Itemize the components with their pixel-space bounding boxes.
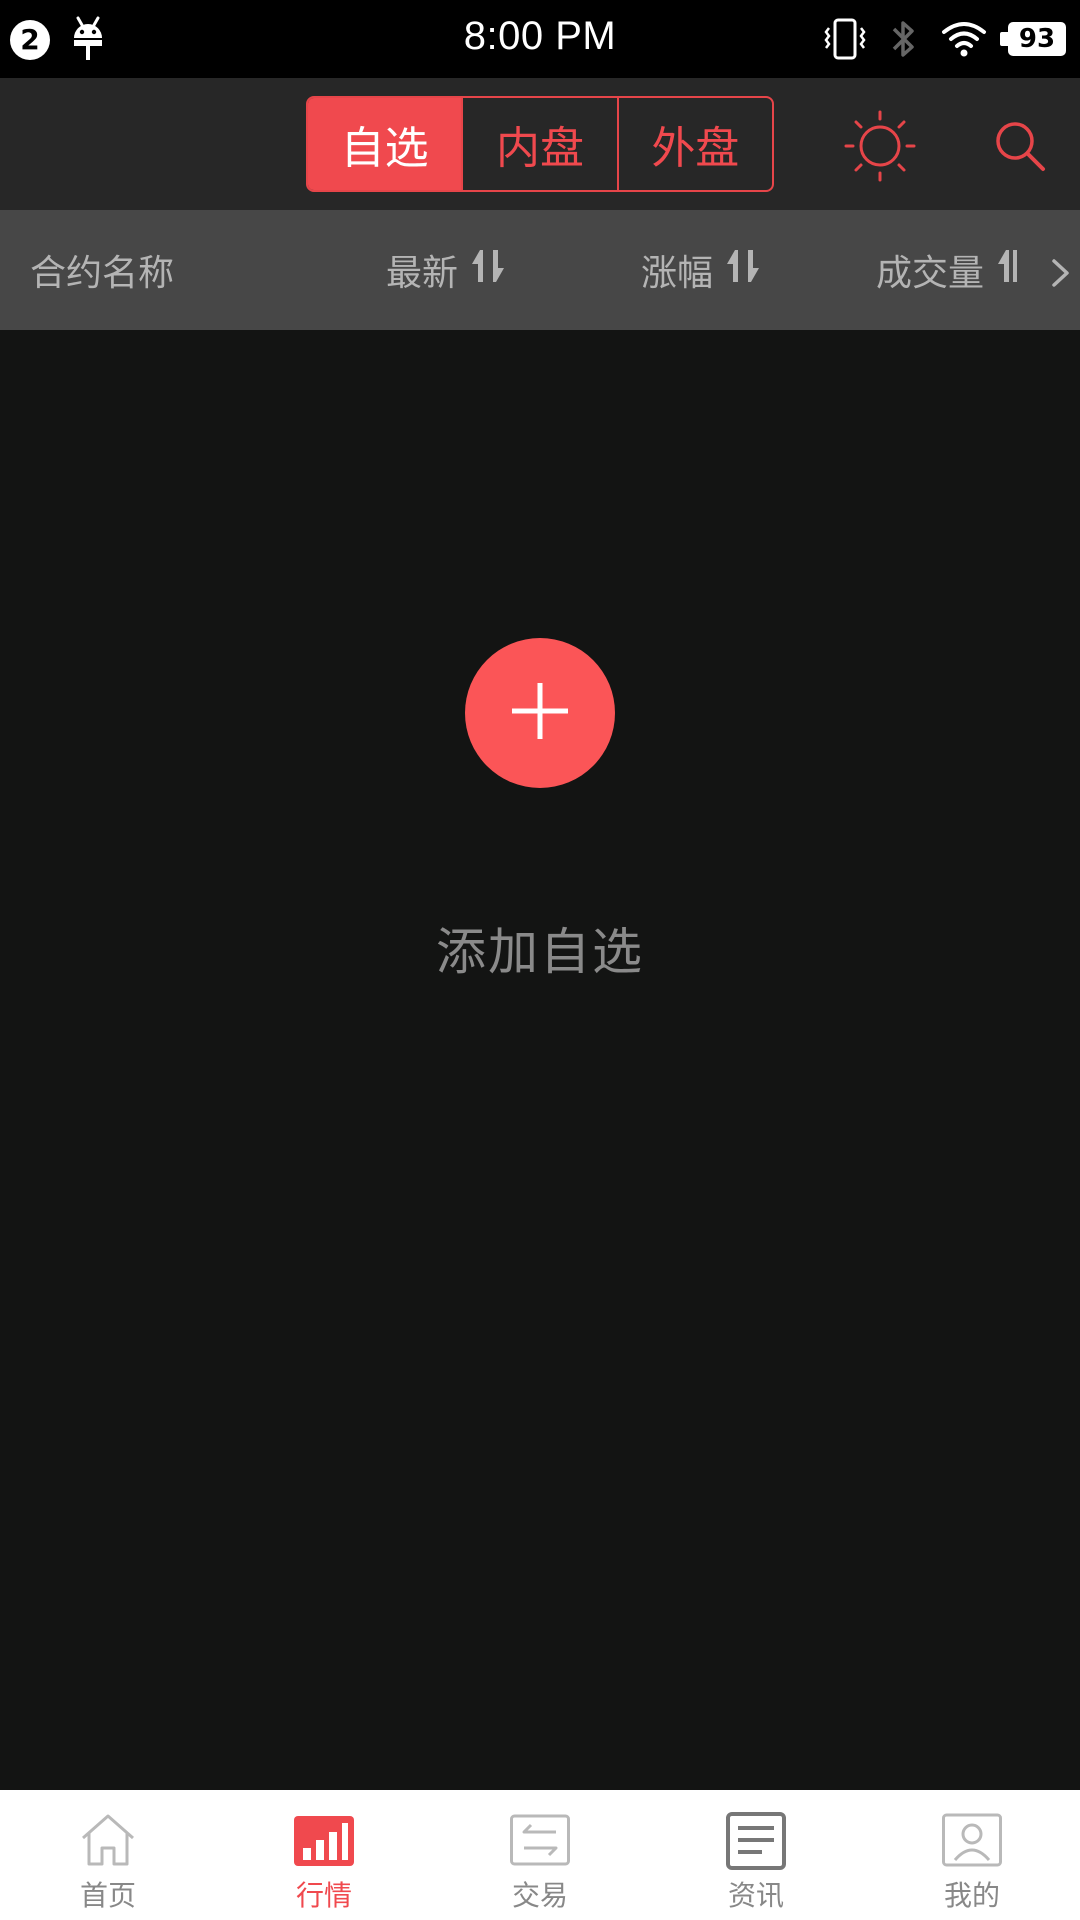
nav-label-trade: 交易 (511, 1879, 568, 1912)
column-volume[interactable]: 成交量 (876, 210, 1018, 330)
wifi-icon (940, 20, 988, 62)
nav-label-profile: 我的 (943, 1879, 1000, 1912)
vibrate-icon (822, 16, 868, 66)
column-latest-label: 最新 (386, 253, 459, 294)
tab-watchlist[interactable]: 自选 (308, 98, 464, 190)
profile-icon (942, 1812, 1002, 1868)
nav-label-home: 首页 (79, 1879, 136, 1912)
sun-icon[interactable] (842, 108, 918, 188)
column-change-label: 涨幅 (641, 253, 714, 294)
nav-item-trade[interactable]: 交易 (432, 1790, 648, 1920)
sort-icon (994, 246, 1018, 295)
battery-level: 93 (1000, 22, 1066, 56)
chevron-right-icon[interactable] (1050, 256, 1072, 297)
sort-icon (468, 246, 508, 295)
search-icon[interactable] (990, 116, 1050, 180)
add-watchlist-button[interactable] (465, 638, 615, 788)
tab-domestic[interactable]: 内盘 (463, 98, 619, 190)
nav-item-profile[interactable]: 我的 (864, 1790, 1080, 1920)
news-icon (726, 1812, 786, 1870)
nav-item-home[interactable]: 首页 (0, 1790, 216, 1920)
top-toolbar: 自选 内盘 外盘 (0, 78, 1080, 210)
market-segment-control: 自选 内盘 外盘 (306, 96, 774, 192)
column-change-percent[interactable]: 涨幅 (641, 210, 763, 330)
tab-foreign[interactable]: 外盘 (619, 98, 772, 190)
nav-label-market: 行情 (295, 1879, 352, 1912)
add-watchlist-label[interactable]: 添加自选 (0, 912, 1080, 984)
column-header: 合约名称 最新 涨幅 成交量 (0, 210, 1080, 330)
trade-icon (510, 1812, 570, 1868)
plus-icon (508, 679, 572, 747)
sort-icon (723, 246, 763, 295)
bluetooth-icon (886, 18, 922, 64)
column-contract-name-label: 合约名称 (30, 253, 175, 294)
column-latest-price[interactable]: 最新 (386, 210, 508, 330)
column-contract-name: 合约名称 (30, 210, 174, 330)
status-bar: 2 8:00 PM 93 (0, 0, 1080, 78)
nav-item-news[interactable]: 资讯 (648, 1790, 864, 1920)
column-volume-label: 成交量 (876, 253, 985, 294)
nav-label-news: 资讯 (727, 1879, 784, 1912)
nav-item-market[interactable]: 行情 (216, 1790, 432, 1920)
bottom-navigation: 首页 行情 交易 资讯 我的 (0, 1790, 1080, 1920)
market-chart-icon (294, 1812, 354, 1868)
home-icon (78, 1812, 138, 1868)
